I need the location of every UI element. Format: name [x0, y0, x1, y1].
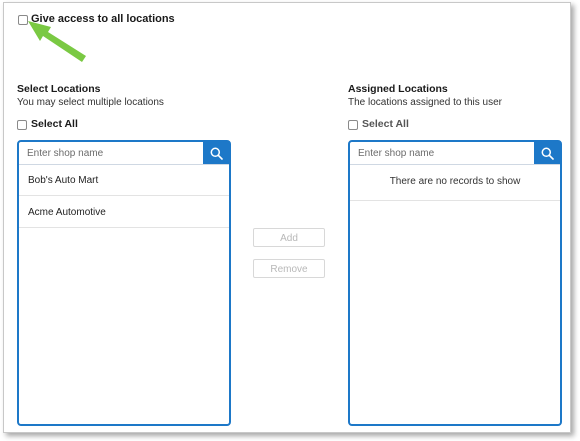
location-access-panel: Give access to all locations Select Loca…	[3, 2, 571, 433]
select-all-assigned-checkbox[interactable]	[348, 120, 358, 130]
select-locations-title: Select Locations	[17, 83, 101, 95]
select-locations-subtitle: You may select multiple locations	[17, 97, 164, 108]
assigned-search-row	[350, 142, 560, 165]
list-item[interactable]: Bob's Auto Mart	[19, 165, 229, 196]
assigned-locations-list: There are no records to show	[348, 140, 562, 426]
select-all-available-label: Select All	[31, 118, 78, 130]
available-locations-list: Bob's Auto Mart Acme Automotive	[17, 140, 231, 426]
assigned-search-button[interactable]	[534, 142, 560, 164]
available-search-input[interactable]	[19, 142, 203, 164]
empty-state-message: There are no records to show	[350, 164, 560, 201]
available-search-button[interactable]	[203, 142, 229, 164]
assigned-search-input[interactable]	[350, 142, 534, 164]
callout-arrow-icon	[28, 21, 86, 62]
available-search-row	[19, 142, 229, 165]
search-icon	[541, 147, 554, 160]
add-button[interactable]: Add	[253, 228, 325, 247]
select-all-available-checkbox[interactable]	[17, 120, 27, 130]
list-item[interactable]: Acme Automotive	[19, 197, 229, 228]
search-icon	[210, 147, 223, 160]
select-all-assigned-label: Select All	[362, 118, 409, 130]
assigned-locations-subtitle: The locations assigned to this user	[348, 97, 502, 108]
remove-button[interactable]: Remove	[253, 259, 325, 278]
assigned-locations-title: Assigned Locations	[348, 83, 448, 95]
